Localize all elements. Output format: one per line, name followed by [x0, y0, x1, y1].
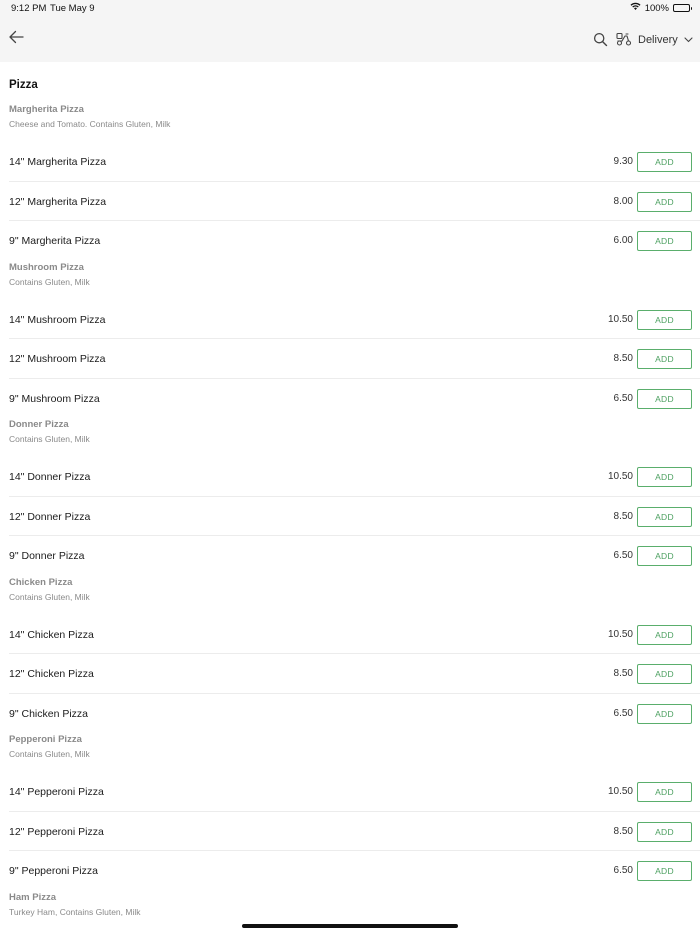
add-to-cart-button[interactable]: ADD: [637, 467, 692, 487]
menu-item-row: 9" Donner Pizza 6.50 ADD: [9, 536, 700, 576]
add-to-cart-button[interactable]: ADD: [637, 506, 692, 527]
group-description: Contains Gluten, Milk: [9, 276, 90, 287]
item-name: 9" Chicken Pizza: [9, 707, 89, 720]
add-to-cart-button[interactable]: ADD: [637, 388, 692, 409]
item-name: 12" Margherita Pizza: [9, 195, 107, 208]
menu-item-row: 12" Chicken Pizza 8.50 ADD: [9, 654, 700, 694]
item-price: 8.00: [613, 195, 633, 207]
item-name: 12" Pepperoni Pizza: [9, 825, 104, 838]
menu-group-header: Margherita Pizza Cheese and Tomato. Conta…: [9, 104, 689, 130]
add-to-cart-button[interactable]: ADD: [637, 349, 692, 369]
app-screen: 9:12 PM Tue May 9 100% Delivery Pizza Ma…: [0, 0, 700, 934]
group-name: Margherita Pizza: [9, 104, 84, 115]
add-to-cart-button[interactable]: ADD: [637, 624, 692, 645]
group-name: Mushroom Pizza: [9, 261, 84, 273]
item-name: 14" Mushroom Pizza: [9, 313, 106, 326]
status-time: 9:12 PM: [11, 3, 47, 14]
menu-item-row: 14" Margherita Pizza 9.30 ADD: [9, 142, 700, 182]
section-title: Pizza: [9, 79, 38, 91]
item-name: 12" Mushroom Pizza: [9, 353, 106, 365]
arrow-left-icon: [8, 30, 24, 49]
item-price: 6.50: [613, 865, 633, 876]
menu-group-header: Ham Pizza Turkey Ham, Contains Gluten, Mi…: [9, 892, 689, 918]
item-price: 6.50: [613, 392, 633, 404]
item-price: 6.00: [613, 235, 633, 246]
menu-group-header: Mushroom Pizza Contains Gluten, Milk: [9, 262, 689, 288]
item-price: 10.50: [607, 786, 633, 797]
wifi-icon: [630, 2, 641, 14]
item-price: 8.50: [613, 353, 633, 364]
add-to-cart-button[interactable]: ADD: [637, 152, 692, 172]
add-to-cart-button[interactable]: ADD: [637, 782, 692, 802]
menu-item-row: 14" Chicken Pizza 10.50 ADD: [9, 615, 700, 654]
search-button[interactable]: [593, 32, 608, 47]
add-to-cart-button[interactable]: ADD: [637, 703, 692, 724]
item-price: 8.50: [613, 510, 633, 522]
status-date: Tue May 9: [50, 3, 95, 14]
item-price: 6.50: [613, 707, 633, 719]
item-name: 9" Mushroom Pizza: [9, 392, 100, 405]
group-description: Contains Gluten, Milk: [9, 591, 90, 602]
group-description: Cheese and Tomato. Contains Gluten, Milk: [9, 119, 171, 129]
item-price: 8.50: [613, 668, 633, 679]
home-indicator[interactable]: [242, 924, 458, 928]
menu-item-row: 14" Mushroom Pizza 10.50 ADD: [9, 300, 700, 339]
group-description: Contains Gluten, Milk: [9, 434, 90, 444]
item-price: 10.50: [607, 628, 633, 640]
item-name: 14" Donner Pizza: [9, 471, 91, 483]
menu-item-row: 12" Margherita Pizza 8.00 ADD: [9, 182, 700, 221]
item-name: 9" Pepperoni Pizza: [9, 865, 98, 877]
menu-item-row: 9" Mushroom Pizza 6.50 ADD: [9, 379, 700, 419]
add-to-cart-button[interactable]: ADD: [637, 861, 692, 881]
item-price: 10.50: [607, 313, 633, 325]
status-indicators: 100%: [630, 2, 692, 14]
battery-percent: 100%: [644, 2, 669, 14]
menu-group-header: Pepperoni Pizza Contains Gluten, Milk: [9, 734, 689, 760]
group-name: Chicken Pizza: [9, 576, 73, 588]
status-bar: 9:12 PM Tue May 9 100%: [0, 0, 700, 17]
battery-icon: [673, 4, 692, 12]
item-name: 12" Chicken Pizza: [9, 668, 94, 680]
add-to-cart-button[interactable]: ADD: [637, 191, 692, 212]
chevron-down-icon: [684, 34, 693, 46]
add-to-cart-button[interactable]: ADD: [637, 664, 692, 684]
add-to-cart-button[interactable]: ADD: [637, 546, 692, 566]
group-name: Ham Pizza: [9, 891, 56, 903]
item-name: 9" Donner Pizza: [9, 550, 85, 562]
menu-item-row: 12" Mushroom Pizza 8.50 ADD: [9, 339, 700, 379]
menu-group-header: Donner Pizza Contains Gluten, Milk: [9, 419, 689, 445]
menu-item-row: 14" Donner Pizza 10.50 ADD: [9, 457, 700, 497]
add-to-cart-button[interactable]: ADD: [637, 821, 692, 842]
menu-item-row: 9" Pepperoni Pizza 6.50 ADD: [9, 851, 700, 891]
item-name: 14" Chicken Pizza: [9, 628, 94, 641]
group-name: Pepperoni Pizza: [9, 734, 82, 745]
item-name: 14" Pepperoni Pizza: [9, 786, 104, 798]
item-name: 12" Donner Pizza: [9, 510, 91, 523]
item-price: 10.50: [607, 471, 633, 482]
menu-item-row: 12" Pepperoni Pizza 8.50 ADD: [9, 812, 700, 851]
add-to-cart-button[interactable]: ADD: [637, 309, 692, 330]
menu-item-row: 14" Pepperoni Pizza 10.50 ADD: [9, 772, 700, 812]
menu-group-header: Chicken Pizza Contains Gluten, Milk: [9, 577, 689, 603]
top-nav-bar: Delivery: [0, 17, 700, 62]
menu-item-row: 12" Donner Pizza 8.50 ADD: [9, 497, 700, 536]
search-icon: [593, 32, 608, 51]
item-price: 6.50: [613, 550, 633, 561]
group-name: Donner Pizza: [9, 419, 69, 430]
add-to-cart-button[interactable]: ADD: [637, 231, 692, 251]
item-name: 9" Margherita Pizza: [9, 235, 101, 247]
back-button[interactable]: [6, 29, 26, 49]
scooter-icon: [616, 32, 632, 49]
item-name: 14" Margherita Pizza: [9, 156, 107, 168]
item-price: 8.50: [613, 825, 633, 837]
menu-item-row: 9" Chicken Pizza 6.50 ADD: [9, 694, 700, 734]
menu-item-row: 9" Margherita Pizza 6.00 ADD: [9, 221, 700, 261]
delivery-label: Delivery: [638, 34, 678, 46]
delivery-mode-selector[interactable]: Delivery: [616, 30, 693, 50]
group-description: Contains Gluten, Milk: [9, 749, 90, 759]
group-description: Turkey Ham, Contains Gluten, Milk: [9, 906, 141, 917]
item-price: 9.30: [613, 156, 633, 167]
